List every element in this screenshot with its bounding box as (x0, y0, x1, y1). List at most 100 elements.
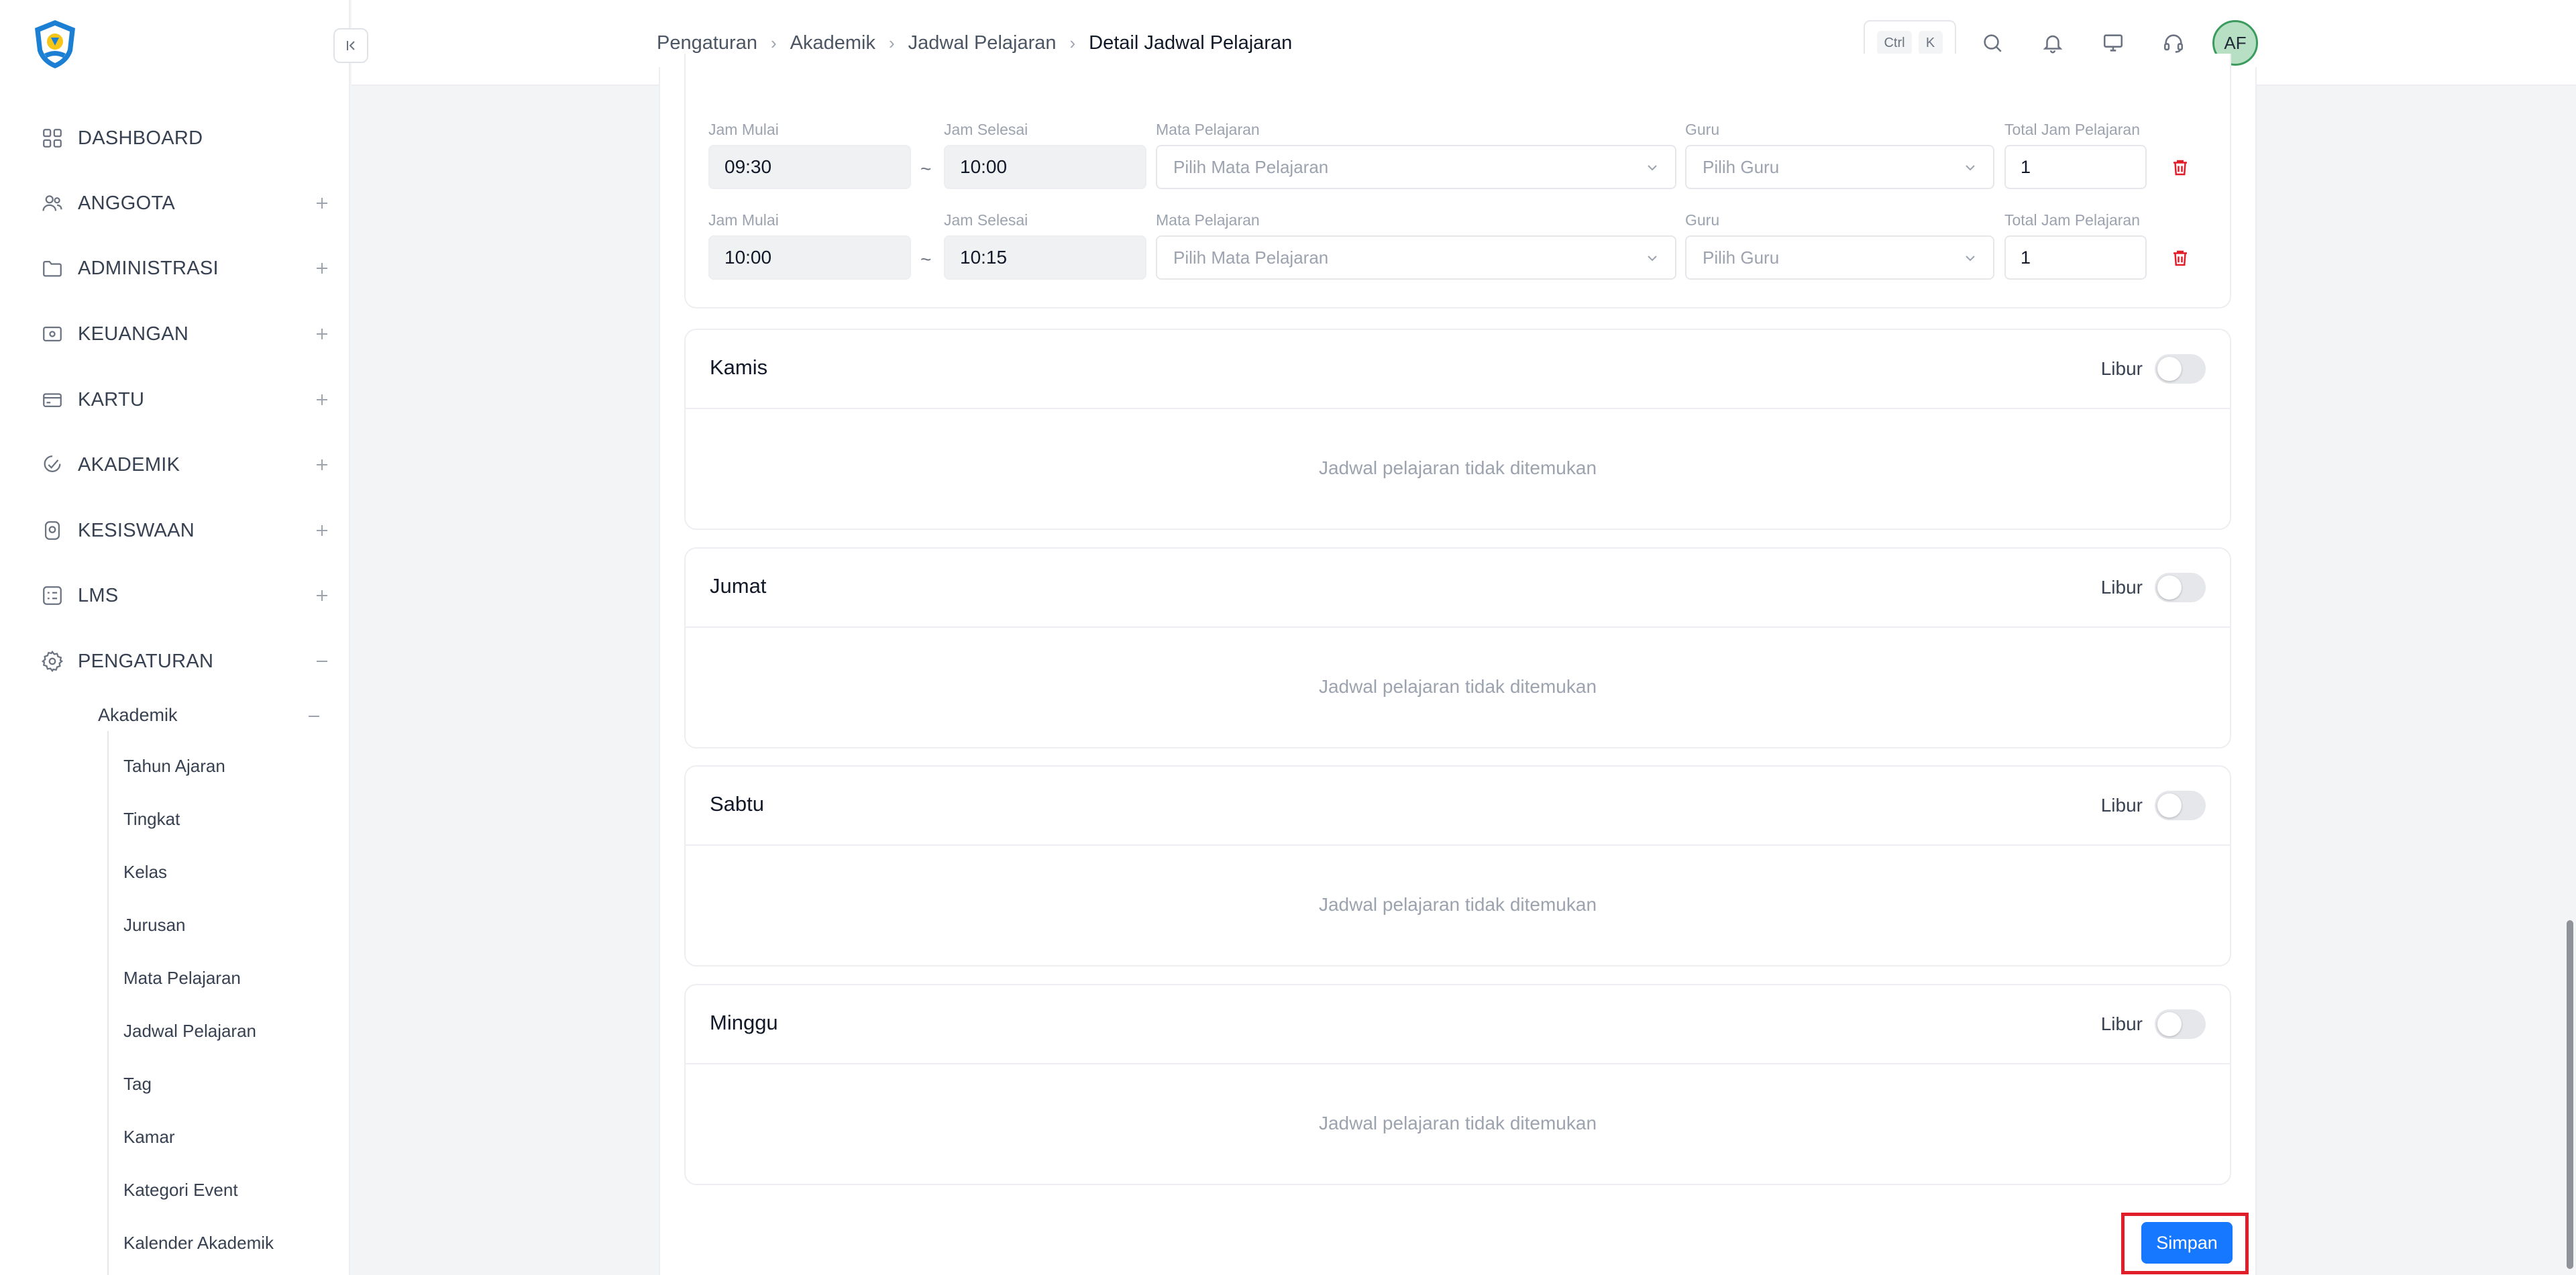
libur-label: Libur (2100, 1013, 2143, 1034)
sidebar-item-dashboard[interactable]: DASHBOARD (39, 118, 321, 158)
submenu-item-jurusan[interactable]: Jurusan (123, 911, 186, 938)
submenu-item-kategori-event[interactable]: Kategori Event (123, 1176, 238, 1203)
day-title: Kamis (710, 355, 768, 379)
wallet-icon (39, 321, 66, 347)
start-time-input[interactable]: 09:30 (708, 145, 911, 189)
submenu-item-mata-pelajaran[interactable]: Mata Pelajaran (123, 964, 241, 991)
submenu-item-tahun-ajaran[interactable]: Tahun Ajaran (123, 753, 225, 779)
toggle-knob (2157, 575, 2182, 600)
trash-icon[interactable] (2168, 156, 2192, 180)
submenu-item-tag[interactable]: Tag (123, 1070, 152, 1097)
total-hours-input[interactable]: 1 (2004, 235, 2147, 280)
sidebar-item-administrasi[interactable]: ADMINISTRASI (39, 248, 327, 288)
expand-plus-icon[interactable] (310, 388, 334, 412)
collapse-minus-icon[interactable] (302, 704, 326, 728)
sidebar: DASHBOARD ANGGOTA ADMINISTRASI KEUANGAN … (0, 0, 350, 1275)
libur-toggle[interactable] (2155, 1009, 2206, 1039)
subject-select[interactable]: Pilih Mata Pelajaran (1156, 235, 1676, 280)
end-time-input[interactable]: 10:00 (944, 145, 1146, 189)
chevron-down-icon (1966, 256, 1975, 262)
expand-plus-icon[interactable] (310, 453, 334, 477)
start-time-label: Jam Mulai (708, 211, 779, 229)
subject-label: Mata Pelajaran (1156, 211, 1260, 229)
trash-icon[interactable] (2168, 246, 2192, 270)
libur-toggle[interactable] (2155, 354, 2206, 384)
sidebar-item-keuangan[interactable]: KEUANGAN (39, 314, 327, 354)
list-icon (39, 582, 66, 609)
libur-toggle[interactable] (2155, 791, 2206, 820)
toggle-knob (2157, 1012, 2182, 1036)
expand-plus-icon[interactable] (310, 322, 334, 346)
collapse-left-icon (347, 41, 355, 50)
chevron-down-icon (1648, 256, 1657, 262)
subject-select-placeholder: Pilih Mata Pelajaran (1173, 156, 1329, 177)
day-card-header: Kamis Libur (686, 330, 2230, 409)
subject-label: Mata Pelajaran (1156, 121, 1260, 138)
total-hours-input[interactable]: 1 (2004, 145, 2147, 189)
chevron-right-icon: › (888, 32, 895, 53)
total-hours-label: Total Jam Pelajaran (2004, 211, 2140, 229)
teacher-select[interactable]: Pilih Guru (1685, 235, 1994, 280)
shortcut-key-ctrl: Ctrl (1877, 31, 1912, 55)
day-title: Minggu (710, 1011, 778, 1034)
expand-plus-icon[interactable] (310, 518, 334, 543)
expand-plus-icon[interactable] (310, 191, 334, 215)
empty-schedule-message: Jadwal pelajaran tidak ditemukan (1318, 894, 1597, 915)
sidebar-item-kesiswaan[interactable]: KESISWAAN (39, 510, 327, 551)
chevron-right-icon: › (770, 32, 777, 53)
chevron-right-icon: › (1069, 32, 1076, 53)
school-logo[interactable] (28, 17, 82, 71)
submenu-item-jadwal-pelajaran[interactable]: Jadwal Pelajaran (123, 1017, 256, 1044)
sidebar-item-label: ANGGOTA (78, 192, 175, 214)
day-card-kamis: Kamis Libur Jadwal pelajaran tidak ditem… (684, 329, 2231, 530)
sidebar-item-label: KESISWAAN (78, 519, 195, 541)
sidebar-item-anggota[interactable]: ANGGOTA (39, 183, 327, 223)
page-scrollbar[interactable] (2567, 920, 2573, 1269)
breadcrumb-item-akademik[interactable]: Akademik (790, 32, 875, 54)
collapse-minus-icon[interactable] (310, 649, 334, 673)
breadcrumb-item-jadwal-pelajaran[interactable]: Jadwal Pelajaran (908, 32, 1057, 54)
sidebar-collapse-button[interactable] (333, 28, 368, 63)
expand-plus-icon[interactable] (310, 256, 334, 280)
end-time-label: Jam Selesai (944, 121, 1028, 138)
submenu-item-kamar[interactable]: Kamar (123, 1123, 175, 1150)
breadcrumb-item-pengaturan[interactable]: Pengaturan (657, 32, 757, 54)
sidebar-item-label: LMS (78, 584, 119, 606)
toggle-knob (2157, 793, 2182, 818)
day-card-minggu: Minggu Libur Jadwal pelajaran tidak dite… (684, 984, 2231, 1185)
submenu-item-tingkat[interactable]: Tingkat (123, 806, 180, 832)
day-card-header: Jumat Libur (686, 549, 2230, 628)
toggle-knob (2157, 357, 2182, 381)
empty-schedule-message: Jadwal pelajaran tidak ditemukan (1318, 1113, 1597, 1133)
teacher-label: Guru (1685, 121, 1720, 138)
start-time-input[interactable]: 10:00 (708, 235, 911, 280)
submenu-item-kalender-akademik[interactable]: Kalender Akademik (123, 1229, 274, 1256)
libur-toggle[interactable] (2155, 573, 2206, 602)
empty-schedule-message: Jadwal pelajaran tidak ditemukan (1318, 676, 1597, 697)
sidebar-item-label: PENGATURAN (78, 650, 214, 672)
tree-line (107, 731, 109, 1275)
submenu-item-kelas[interactable]: Kelas (123, 858, 167, 885)
sidebar-item-pengaturan[interactable]: PENGATURAN (39, 641, 327, 681)
time-separator: ~ (920, 158, 932, 179)
sidebar-item-label: DASHBOARD (78, 127, 203, 149)
libur-label: Libur (2100, 795, 2143, 816)
student-icon (39, 517, 66, 544)
total-hours-label: Total Jam Pelajaran (2004, 121, 2140, 138)
card-icon (39, 386, 66, 413)
save-button[interactable]: Simpan (2141, 1222, 2233, 1264)
day-card-header: Minggu Libur (686, 985, 2230, 1064)
subject-select[interactable]: Pilih Mata Pelajaran (1156, 145, 1676, 189)
expand-plus-icon[interactable] (310, 584, 334, 608)
day-card-header: Sabtu Libur (686, 767, 2230, 846)
academic-icon (39, 451, 66, 478)
teacher-select-placeholder: Pilih Guru (1703, 247, 1780, 268)
sidebar-item-label: ADMINISTRASI (78, 257, 219, 279)
end-time-input[interactable]: 10:15 (944, 235, 1146, 280)
sidebar-item-kartu[interactable]: KARTU (39, 380, 327, 420)
end-time-label: Jam Selesai (944, 211, 1028, 229)
sidebar-item-akademik[interactable]: AKADEMIK (39, 445, 327, 485)
submenu-akademik[interactable]: Akademik (98, 700, 319, 730)
sidebar-item-lms[interactable]: LMS (39, 575, 327, 616)
teacher-select[interactable]: Pilih Guru (1685, 145, 1994, 189)
